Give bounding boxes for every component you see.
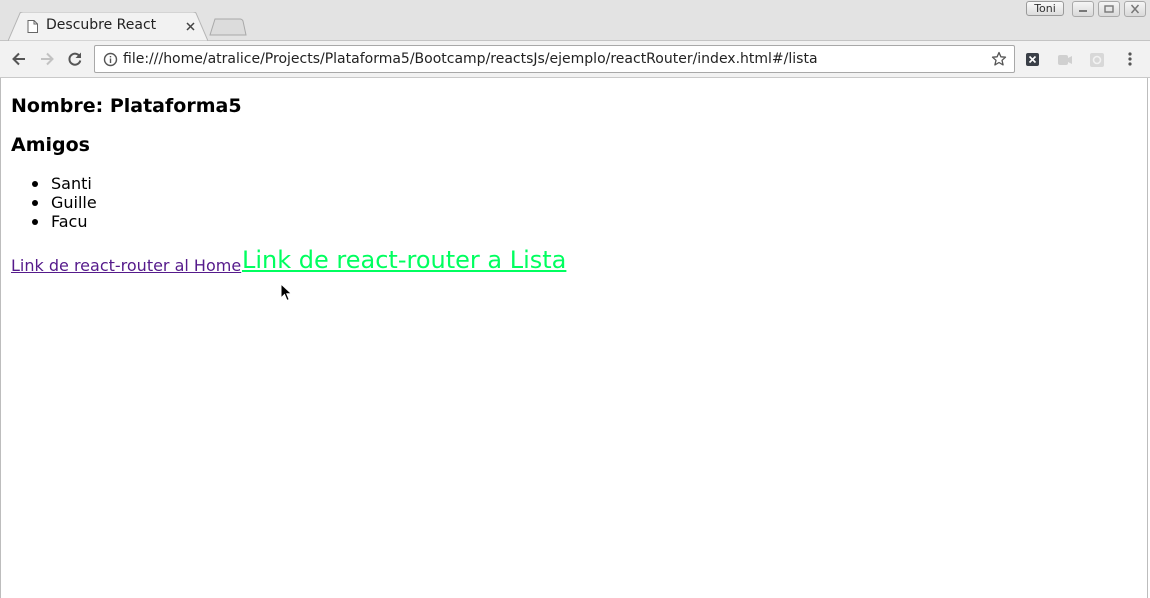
browser-window: Descubre React Toni file:///home/atralic… [0, 0, 1150, 598]
profile-badge[interactable]: Toni [1026, 1, 1064, 16]
kebab-menu-icon[interactable] [1122, 51, 1138, 67]
nombre-heading: Nombre: Plataforma5 [11, 95, 242, 117]
tab-active[interactable]: Descubre React [8, 12, 208, 41]
new-tab-icon[interactable] [209, 18, 247, 36]
restore-button[interactable] [1098, 1, 1120, 17]
url-text[interactable]: file:///home/atralice/Projects/Plataform… [123, 51, 818, 67]
page-icon [27, 20, 38, 33]
close-icon [1130, 4, 1140, 14]
friend-name: Santi [51, 174, 92, 193]
page-viewport: Nombre: Plataforma5 Amigos Santi Guille … [0, 78, 1148, 598]
lista-link[interactable]: Link de react-router a Lista [242, 246, 566, 274]
nombre-value: Plataforma5 [109, 95, 242, 117]
browser-toolbar: file:///home/atralice/Projects/Plataform… [0, 41, 1150, 78]
bullet-icon [32, 200, 38, 206]
list-item: Facu [11, 212, 97, 231]
back-arrow-icon[interactable] [10, 50, 28, 68]
friends-list: Santi Guille Facu [11, 174, 97, 231]
close-window-button[interactable] [1124, 1, 1146, 17]
info-icon[interactable] [103, 52, 118, 67]
minimize-icon [1079, 10, 1087, 12]
amigos-heading: Amigos [11, 134, 90, 156]
extension-x-icon[interactable] [1025, 52, 1041, 68]
tab-strip: Descubre React Toni [0, 0, 1150, 41]
list-item: Santi [11, 174, 97, 193]
mouse-pointer-icon [280, 283, 293, 302]
minimize-button[interactable] [1072, 1, 1094, 17]
extension-gear-icon[interactable] [1089, 52, 1105, 68]
close-icon[interactable] [185, 21, 196, 32]
friend-name: Facu [51, 212, 88, 231]
restore-icon [1104, 5, 1114, 13]
extension-video-icon[interactable] [1057, 52, 1073, 68]
home-link[interactable]: Link de react-router al Home [11, 256, 241, 275]
tab-title: Descubre React [46, 17, 157, 33]
address-bar[interactable]: file:///home/atralice/Projects/Plataform… [94, 45, 1015, 73]
list-item: Guille [11, 193, 97, 212]
bullet-icon [32, 219, 38, 225]
forward-arrow-icon[interactable] [38, 50, 56, 68]
reload-icon[interactable] [66, 50, 84, 68]
bullet-icon [32, 181, 38, 187]
friend-name: Guille [51, 193, 97, 212]
nombre-label: Nombre: [11, 95, 104, 117]
star-icon[interactable] [991, 51, 1007, 67]
